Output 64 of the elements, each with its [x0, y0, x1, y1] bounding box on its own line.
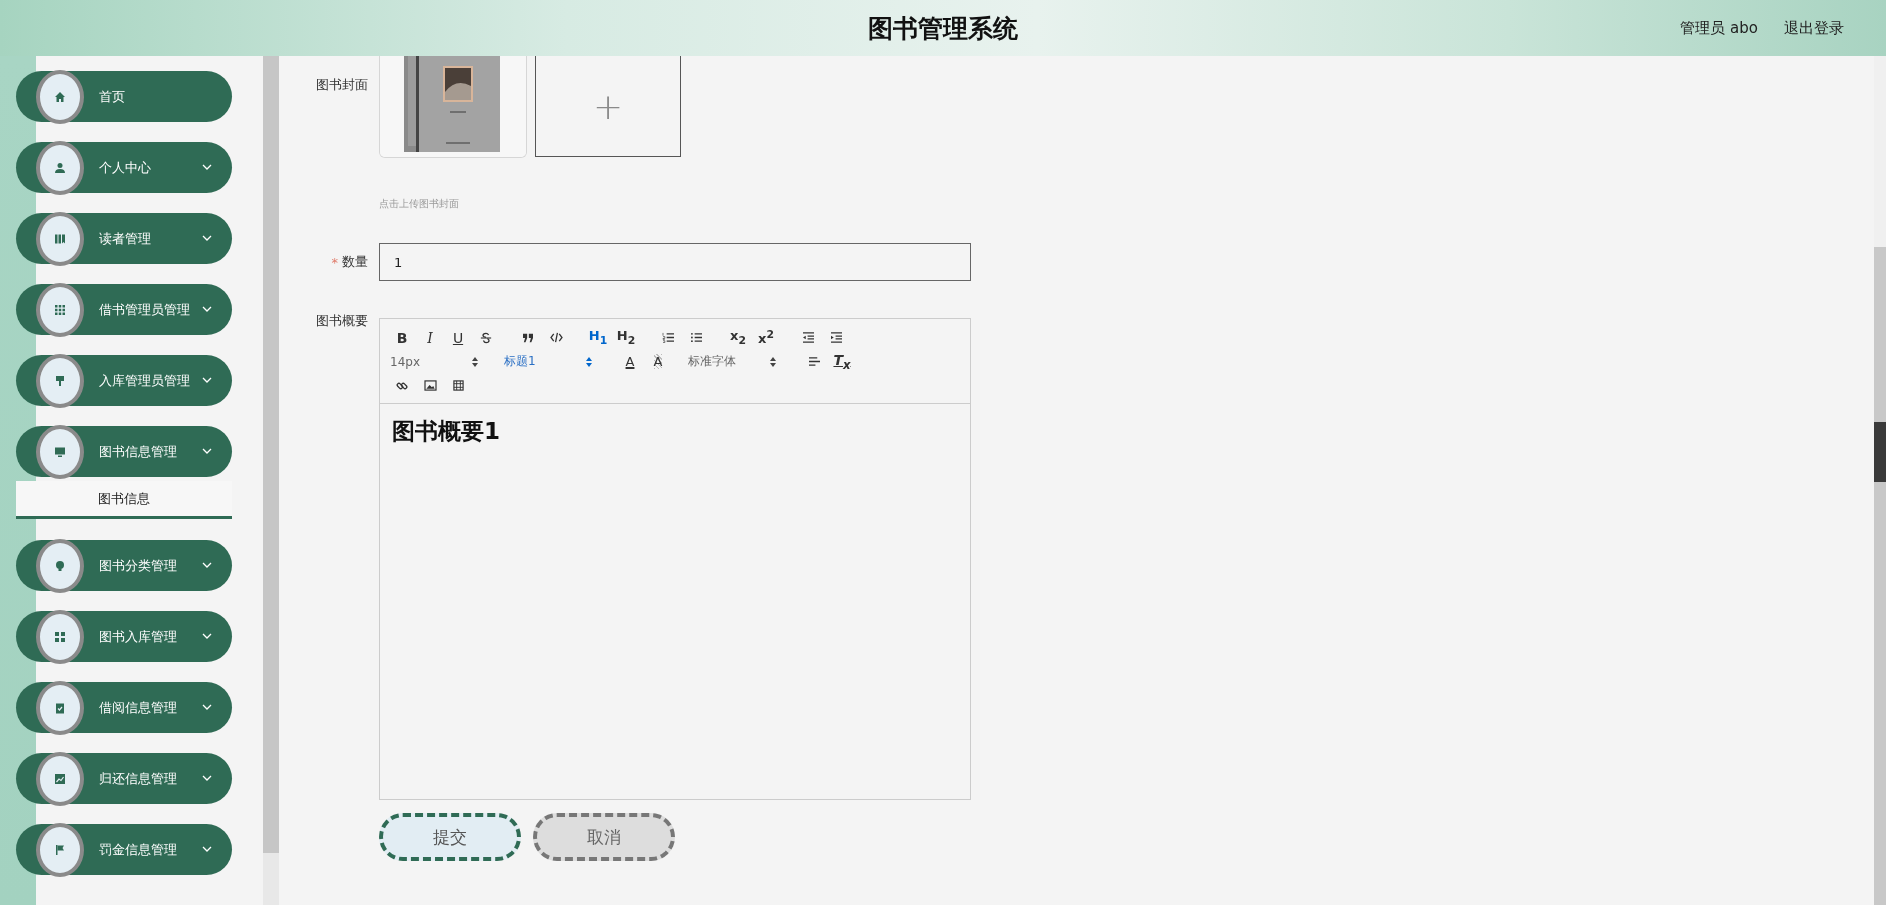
cancel-button[interactable]: 取消: [533, 813, 675, 861]
menu-item[interactable]: 入库管理员管理: [16, 355, 232, 406]
format-button[interactable]: T$_{x}$: [828, 350, 856, 373]
quantity-field[interactable]: 1: [379, 243, 971, 281]
updown-caret-icon: [472, 356, 478, 367]
clipboard-icon: [36, 680, 84, 735]
brush-icon: [36, 353, 84, 408]
menu-item[interactable]: 读者管理: [16, 213, 232, 264]
user-name: 管理员 abo: [1680, 18, 1758, 38]
required-mark: *: [331, 254, 338, 270]
menu-item[interactable]: 图书分类管理: [16, 540, 232, 591]
menu-item[interactable]: 图书入库管理: [16, 611, 232, 662]
menu-item[interactable]: 借书管理员管理: [16, 284, 232, 335]
bulb-icon: [36, 538, 84, 593]
menu-item[interactable]: 归还信息管理: [16, 753, 232, 804]
field-label: 图书封面: [315, 76, 368, 94]
chevron-icon: [202, 633, 212, 639]
field-label: 图书概要: [315, 312, 368, 330]
tiles-icon: [36, 609, 84, 664]
person-icon: [36, 140, 84, 195]
editor-text[interactable]: 图书概要1: [380, 404, 512, 459]
chevron-icon: [202, 306, 212, 312]
format-button[interactable]: B: [388, 326, 416, 349]
home-icon: [36, 69, 84, 124]
scrollbar-thumb[interactable]: [1874, 422, 1886, 482]
logout-link[interactable]: 退出登录: [1784, 18, 1844, 38]
updown-caret-icon: [770, 356, 776, 367]
monitor-icon: [36, 424, 84, 479]
toolbar-select[interactable]: 14px: [388, 350, 482, 373]
format-button[interactable]: H$_{1}$: [584, 326, 612, 349]
chevron-icon: [202, 775, 212, 781]
grid-icon: [36, 282, 84, 337]
chevron-icon: [202, 164, 212, 170]
scrollbar[interactable]: [263, 56, 279, 853]
chart-icon: [36, 751, 84, 806]
menu-item[interactable]: 个人中心: [16, 142, 232, 193]
book-icon: [36, 211, 84, 266]
format-button[interactable]: I: [416, 326, 444, 349]
format-button[interactable]: x$^{2}$: [752, 326, 780, 349]
format-button[interactable]: U: [444, 326, 472, 349]
flag-icon: [36, 822, 84, 877]
menu-item[interactable]: 借阅信息管理: [16, 682, 232, 733]
app-title: 图书管理系统: [868, 12, 1018, 45]
toolbar-select[interactable]: 标准字体: [686, 350, 780, 373]
menu-item[interactable]: 罚金信息管理: [16, 824, 232, 875]
chevron-icon: [202, 377, 212, 383]
chevron-icon: [202, 704, 212, 710]
upload-button[interactable]: +: [535, 56, 681, 157]
field-label: 数量: [342, 253, 368, 271]
chevron-icon: [202, 235, 212, 241]
toolbar-select[interactable]: 标题1: [502, 350, 596, 373]
format-button[interactable]: A: [616, 350, 644, 373]
chevron-icon: [202, 448, 212, 454]
menu-item[interactable]: 图书信息管理: [16, 426, 232, 477]
format-button[interactable]: H$_{2}$: [612, 326, 640, 349]
submenu-item[interactable]: 图书信息: [16, 481, 232, 519]
updown-caret-icon: [586, 356, 592, 367]
chevron-icon: [202, 562, 212, 568]
format-button[interactable]: x$_{2}$: [724, 326, 752, 349]
upload-hint: 点击上传图书封面: [379, 197, 460, 211]
chevron-icon: [202, 846, 212, 852]
submit-button[interactable]: 提交: [379, 813, 521, 861]
menu-item[interactable]: 首页: [16, 71, 232, 122]
format-button[interactable]: A: [644, 350, 672, 373]
